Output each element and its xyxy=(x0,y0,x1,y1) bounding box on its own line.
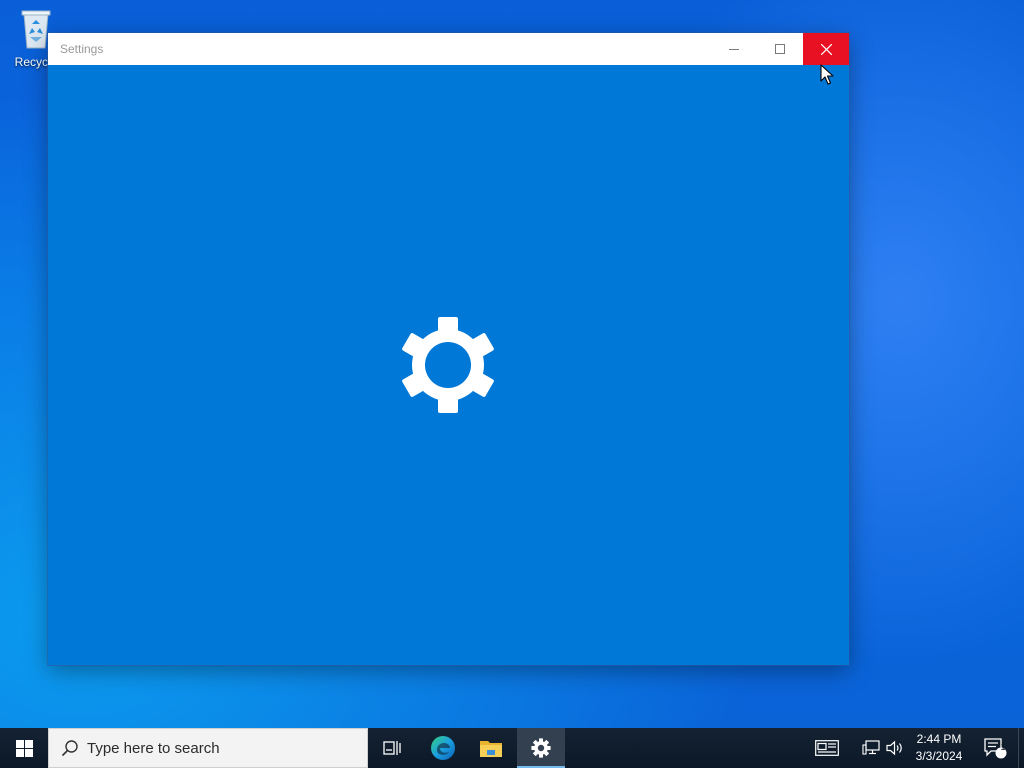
notification-count-badge: 1 xyxy=(1000,742,1006,752)
window-titlebar[interactable]: Settings xyxy=(48,33,849,65)
gear-icon xyxy=(402,317,494,413)
action-center-button[interactable]: 1 xyxy=(980,728,1010,768)
network-icon xyxy=(862,740,880,755)
search-placeholder: Type here to search xyxy=(87,739,220,757)
taskbar-search-box[interactable]: Type here to search xyxy=(48,728,368,768)
edge-taskbar-button[interactable] xyxy=(419,728,467,768)
taskbar-clock[interactable]: 2:44 PM 3/3/2024 xyxy=(910,731,968,767)
mouse-pointer-icon xyxy=(820,64,834,85)
volume-tray-button[interactable] xyxy=(884,728,906,768)
file-explorer-taskbar-button[interactable] xyxy=(467,728,515,768)
minimize-button[interactable] xyxy=(711,33,757,65)
edge-icon xyxy=(431,736,455,760)
clock-time: 2:44 PM xyxy=(916,732,962,746)
minimize-icon xyxy=(729,49,739,50)
search-icon xyxy=(61,740,78,757)
clock-date: 3/3/2024 xyxy=(915,749,963,763)
window-title: Settings xyxy=(60,42,104,56)
settings-taskbar-button[interactable] xyxy=(517,728,565,768)
news-icon xyxy=(815,740,839,756)
windows-logo-icon xyxy=(15,739,33,757)
volume-icon xyxy=(886,740,902,756)
close-button[interactable] xyxy=(803,33,849,65)
task-view-icon xyxy=(383,741,401,755)
taskbar: Type here to search 2:44 PM 3/3/2024 1 xyxy=(0,728,1024,768)
settings-gear-icon xyxy=(531,738,551,758)
folder-icon xyxy=(480,741,502,757)
close-icon xyxy=(820,43,832,55)
network-tray-button[interactable] xyxy=(860,728,882,768)
show-desktop-button[interactable] xyxy=(1018,728,1024,768)
task-view-button[interactable] xyxy=(368,728,416,768)
settings-window[interactable]: Settings xyxy=(48,33,849,665)
maximize-button[interactable] xyxy=(757,33,803,65)
maximize-icon xyxy=(775,44,785,54)
start-button[interactable] xyxy=(0,728,48,768)
news-and-interests-button[interactable] xyxy=(812,728,842,768)
